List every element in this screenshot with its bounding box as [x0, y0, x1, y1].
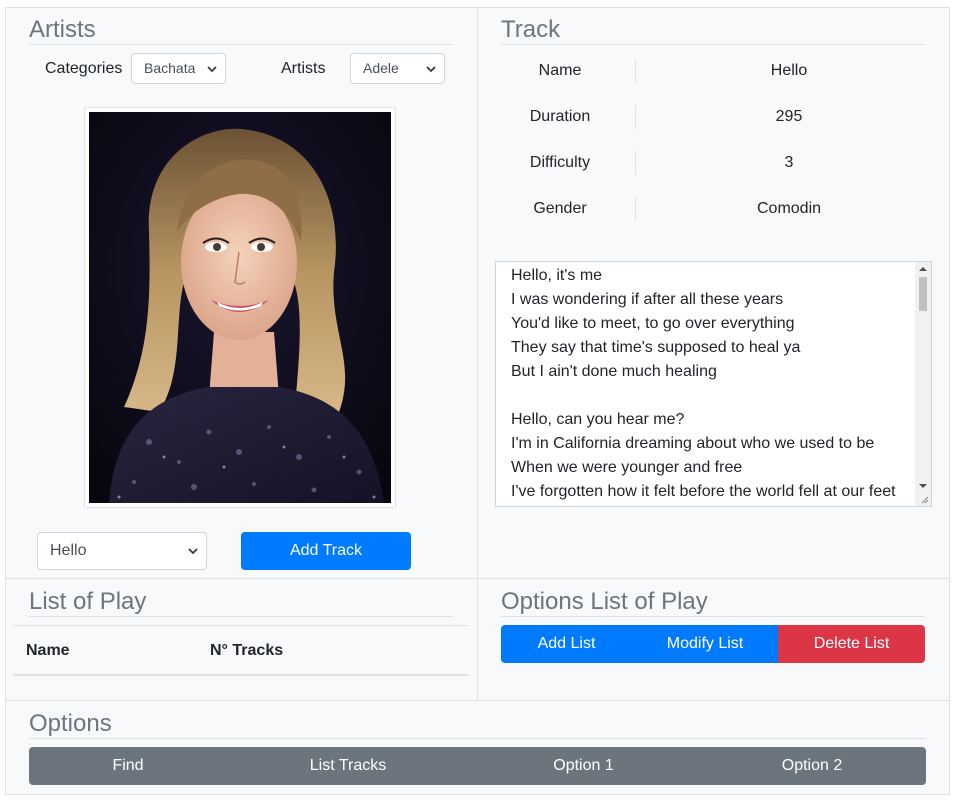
track-value: 3 — [784, 154, 794, 171]
track-select[interactable]: Hello — [37, 532, 207, 570]
lyrics-text: Hello, it's me I was wondering if after … — [511, 267, 896, 500]
chevron-down-icon — [207, 54, 217, 83]
artists-title-rule — [29, 44, 453, 45]
playlist-options-title-rule — [501, 616, 925, 617]
playlist-title: List of Play — [29, 588, 147, 615]
add-track-button[interactable]: Add Track — [241, 532, 411, 570]
scroll-down-icon[interactable] — [919, 482, 927, 490]
options-title: Options — [29, 710, 112, 737]
categories-label: Categories — [45, 60, 123, 77]
modify-list-button[interactable]: Modify List — [632, 625, 778, 663]
categories-select[interactable]: Bachata — [131, 53, 226, 84]
playlist-title-rule — [29, 616, 453, 617]
scroll-up-icon[interactable] — [919, 265, 927, 273]
artists-select-value: Adele — [363, 60, 399, 76]
track-value: Comodin — [756, 200, 822, 217]
lyrics-scrollbar[interactable] — [915, 262, 931, 506]
artists-title: Artists — [29, 16, 96, 43]
track-title: Track — [501, 16, 561, 43]
add-list-button[interactable]: Add List — [501, 625, 632, 663]
track-row-name: Name Hello — [495, 56, 925, 86]
resize-grip-icon[interactable] — [919, 494, 929, 504]
options-button-group: Find List Tracks Option 1 Option 2 — [29, 747, 926, 785]
playlist-table-top — [13, 625, 468, 626]
track-key: Difficulty — [529, 154, 591, 171]
playlist-col-name: Name — [26, 642, 70, 659]
find-button[interactable]: Find — [29, 747, 227, 785]
track-row-gender: Gender Comodin — [495, 194, 925, 224]
track-title-rule — [501, 44, 925, 45]
list-tracks-button[interactable]: List Tracks — [227, 747, 469, 785]
track-key: Duration — [529, 108, 591, 125]
track-key: Gender — [533, 200, 587, 217]
track-row-difficulty: Difficulty 3 — [495, 148, 925, 178]
categories-select-value: Bachata — [144, 60, 196, 76]
artists-select[interactable]: Adele — [350, 53, 445, 84]
track-row-duration: Duration 295 — [495, 102, 925, 132]
track-key: Name — [538, 62, 582, 79]
chevron-down-icon — [426, 54, 436, 83]
options-title-rule — [29, 738, 926, 739]
playlist-table-header-rule — [13, 674, 468, 676]
chevron-down-icon — [188, 533, 198, 569]
scrollbar-thumb[interactable] — [919, 277, 927, 311]
track-value: 295 — [775, 108, 803, 125]
artist-photo — [89, 112, 391, 503]
option-2-button[interactable]: Option 2 — [698, 747, 926, 785]
playlist-col-tracks: N° Tracks — [210, 642, 284, 659]
playlist-options-button-group: Add List Modify List Delete List — [501, 625, 925, 663]
track-value: Hello — [770, 62, 808, 79]
track-select-value: Hello — [50, 542, 87, 559]
artist-photo-frame — [84, 107, 396, 508]
delete-list-button[interactable]: Delete List — [778, 625, 925, 663]
artists-label: Artists — [281, 60, 326, 77]
playlist-options-title: Options List of Play — [501, 588, 708, 615]
lyrics-textarea[interactable]: Hello, it's me I was wondering if after … — [495, 261, 932, 507]
option-1-button[interactable]: Option 1 — [469, 747, 698, 785]
